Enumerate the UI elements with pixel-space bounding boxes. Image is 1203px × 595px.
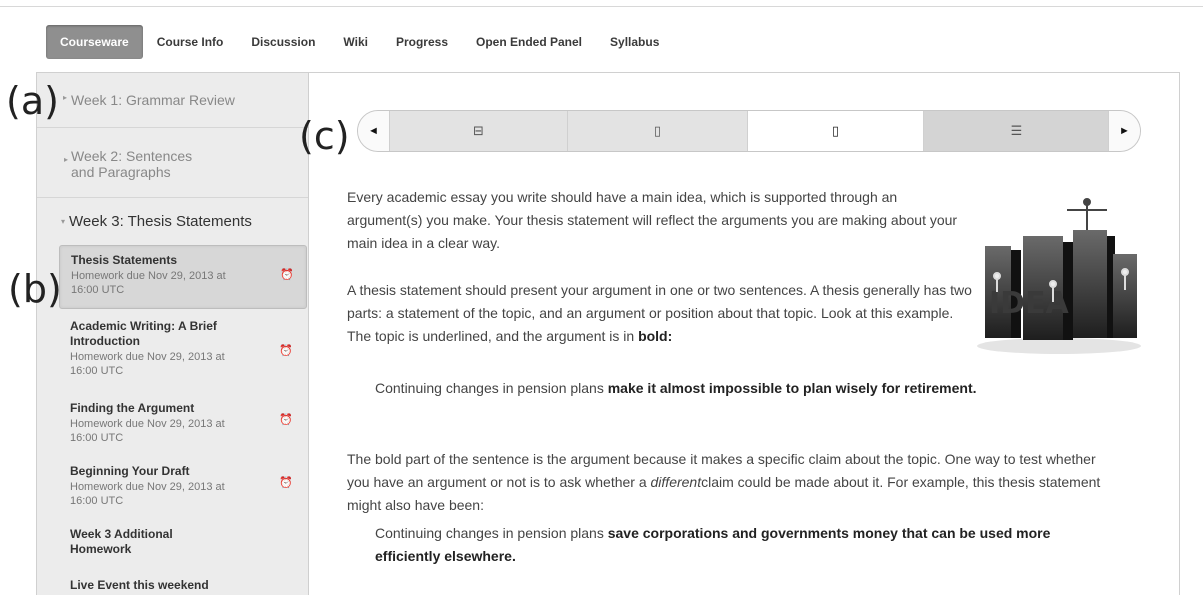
chevron-right-icon: ▸ [64, 155, 69, 164]
sidebar-week-2[interactable]: ▸ Week 2: Sentences and Paragraphs [37, 129, 308, 198]
course-sidebar: ▸ Week 1: Grammar Review ▸ Week 2: Sente… [37, 73, 309, 595]
alarm-clock-icon: ⏰ [279, 414, 293, 426]
item-due: Homework due Nov 29, 2013 at 16:00 UTC [70, 418, 225, 444]
paragraph-intro: Every academic essay you write should ha… [347, 189, 958, 251]
document-icon: ▯ [831, 123, 840, 138]
item-title: Week 3 Additional Homework [70, 527, 173, 556]
tab-progress[interactable]: Progress [382, 25, 462, 59]
sidebar-item-beginning-your-draft[interactable]: Beginning Your Draft Homework due Nov 29… [59, 462, 307, 512]
week-label: Week 3: Thesis Statements [69, 213, 252, 230]
sequence-tab-document-active[interactable]: ▯ [748, 111, 924, 151]
example-quote-2: Continuing changes in pension plans save… [375, 525, 1051, 564]
alarm-clock-icon: ⏰ [279, 477, 293, 489]
list-icon: ☰ [1010, 123, 1023, 138]
idea-image-text: IDEA [989, 286, 1070, 321]
courseware-frame: ▸ Week 1: Grammar Review ▸ Week 2: Sente… [36, 72, 1180, 595]
example-quote-1: Continuing changes in pension plans make… [375, 380, 977, 396]
tab-discussion[interactable]: Discussion [237, 25, 329, 59]
item-due: Homework due Nov 29, 2013 at 16:00 UTC [71, 270, 226, 296]
tab-wiki[interactable]: Wiki [329, 25, 382, 59]
item-title: Thesis Statements [71, 253, 178, 267]
sequence-tab-document[interactable]: ▯ [568, 111, 748, 151]
sidebar-week-3[interactable]: ▾ Week 3: Thesis Statements [37, 199, 308, 239]
item-title: Beginning Your Draft [70, 464, 190, 478]
annotation-label-c: (c) [299, 114, 350, 158]
chevron-down-icon: ▾ [61, 217, 66, 226]
tab-syllabus[interactable]: Syllabus [596, 25, 673, 59]
annotation-label-a: (a) [6, 79, 59, 123]
alarm-clock-icon: ⏰ [280, 269, 294, 281]
idea-illustration: IDEA [977, 198, 1141, 354]
sequence-tab-list[interactable]: ☰ [924, 111, 1110, 151]
item-title: Academic Writing: A Brief Introduction [70, 319, 217, 348]
next-arrow-button[interactable]: ► [1108, 111, 1140, 151]
tab-course-info[interactable]: Course Info [143, 25, 238, 59]
previous-arrow-button[interactable]: ◄ [358, 111, 390, 151]
sidebar-item-live-event[interactable]: Live Event this weekend [59, 576, 307, 595]
sidebar-item-week-3-additional-homework[interactable]: Week 3 Additional Homework [59, 525, 307, 565]
unit-content: ◄ ⊟ ▯ ▯ ☰ ► Every academic essay you wri… [309, 73, 1181, 595]
item-due: Homework due Nov 29, 2013 at 16:00 UTC [70, 481, 225, 507]
week-label: Week 2: Sentences and Paragraphs [71, 148, 193, 180]
sidebar-item-thesis-statements[interactable]: Thesis Statements Homework due Nov 29, 2… [59, 245, 307, 309]
chevron-right-icon: ▸ [63, 93, 68, 102]
sequence-nav: ◄ ⊟ ▯ ▯ ☰ ► [357, 110, 1141, 152]
alarm-clock-icon: ⏰ [279, 345, 293, 357]
tab-courseware[interactable]: Courseware [46, 25, 143, 59]
paragraph-thesis-definition: A thesis statement should present your a… [347, 282, 972, 344]
sidebar-item-academic-writing[interactable]: Academic Writing: A Brief Introduction Ho… [59, 317, 307, 389]
video-icon: ⊟ [473, 123, 484, 138]
paragraph-explanation: The bold part of the sentence is the arg… [347, 451, 1101, 513]
sidebar-week-1[interactable]: ▸ Week 1: Grammar Review [37, 73, 308, 128]
top-border [0, 6, 1203, 7]
sequence-tab-video[interactable]: ⊟ [390, 111, 568, 151]
document-icon: ▯ [653, 123, 662, 138]
course-nav: Courseware Course Info Discussion Wiki P… [46, 24, 673, 60]
sidebar-item-finding-the-argument[interactable]: Finding the Argument Homework due Nov 29… [59, 399, 307, 449]
tab-open-ended-panel[interactable]: Open Ended Panel [462, 25, 596, 59]
item-title: Finding the Argument [70, 401, 195, 415]
week-label: Week 1: Grammar Review [71, 92, 235, 108]
item-due: Homework due Nov 29, 2013 at 16:00 UTC [70, 351, 225, 377]
item-title: Live Event this weekend [70, 578, 209, 592]
annotation-label-b: (b) [8, 267, 62, 311]
